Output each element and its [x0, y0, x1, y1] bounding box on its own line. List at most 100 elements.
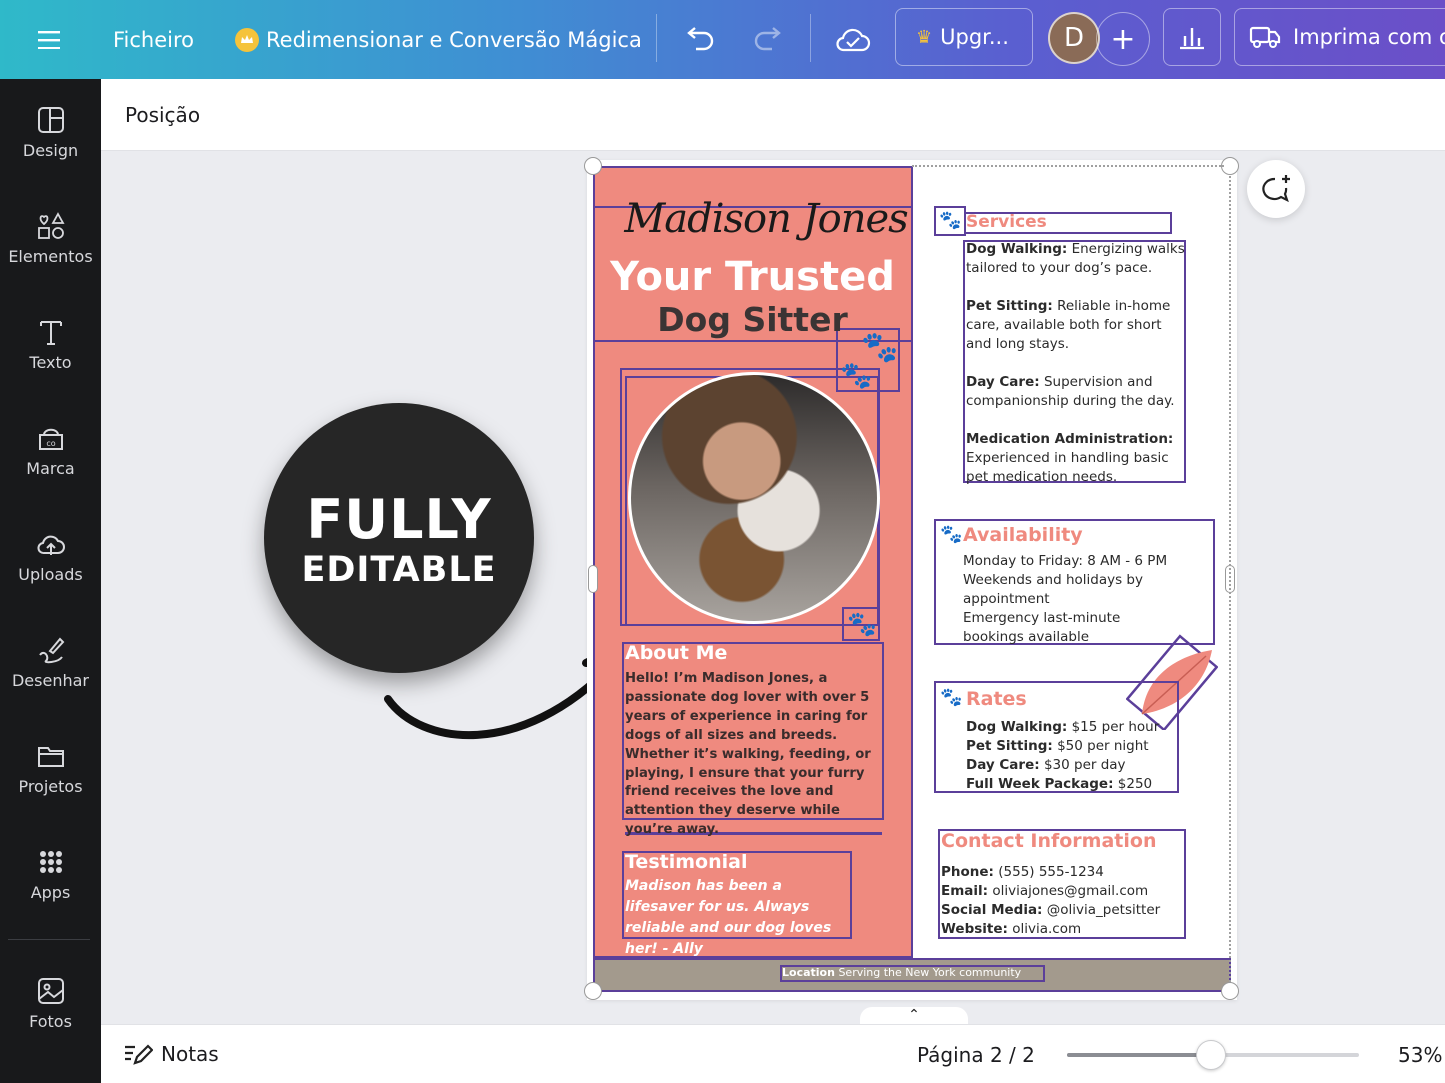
flyer-page[interactable]: Madison Jones Your Trusted Dog Sitter 🐾 …	[593, 166, 1231, 992]
undo-icon[interactable]	[684, 0, 716, 79]
design-icon	[37, 107, 64, 133]
contact-item: Phone: (555) 555-1234	[941, 864, 1104, 880]
sidebar-item-design[interactable]: Design	[0, 105, 101, 160]
chevron-up-icon: ⌃	[908, 1007, 920, 1023]
contact-item: Website: olivia.com	[941, 921, 1082, 937]
contact-item: Social Media: @olivia_petsitter	[941, 902, 1161, 918]
sidebar-item-label: Projetos	[18, 777, 83, 796]
sidebar-item-photos[interactable]: Fotos	[0, 976, 101, 1031]
availability-title: Availability	[963, 524, 1083, 546]
sidebar-item-label: Uploads	[18, 565, 83, 584]
position-panel-header: Posição	[101, 79, 1445, 151]
paw-icon: 🐾	[861, 330, 899, 365]
top-bar: Ficheiro Redimensionar e Conversão Mágic…	[0, 0, 1445, 79]
zoom-slider[interactable]	[1067, 1040, 1359, 1070]
name-script: Madison Jones	[624, 196, 908, 242]
profile-photo[interactable]	[628, 372, 880, 624]
testimonial-title: Testimonial	[625, 851, 748, 873]
notes-icon	[125, 1044, 153, 1065]
page-indicator[interactable]: Página 2 / 2	[917, 1043, 1035, 1067]
comment-plus-icon	[1262, 175, 1290, 203]
notes-button[interactable]: Notas	[123, 1041, 219, 1067]
rates-list: Dog Walking: $15 per hour Pet Sitting: $…	[966, 718, 1176, 794]
cloud-saved-icon[interactable]	[835, 0, 871, 79]
availability-item: Monday to Friday: 8 AM - 6 PM	[963, 553, 1168, 569]
file-menu[interactable]: Ficheiro	[113, 0, 194, 79]
analytics-button[interactable]	[1163, 8, 1221, 66]
truck-icon	[1249, 26, 1281, 48]
fully-editable-badge: FULLY EDITABLE	[264, 403, 534, 673]
rate-item: Dog Walking: $15 per hour	[966, 719, 1160, 735]
sidebar-item-label: Elementos	[8, 247, 93, 266]
rate-item: Pet Sitting: $50 per night	[966, 738, 1149, 754]
sidebar-item-label: Desenhar	[11, 671, 89, 690]
resize-handle[interactable]	[588, 565, 598, 593]
shapes-icon	[37, 212, 65, 239]
service-item: Day Care: Supervision and companionship …	[966, 374, 1175, 409]
zoom-level[interactable]: 53%	[1398, 1043, 1442, 1067]
toolbar-divider	[656, 14, 657, 62]
sidebar-item-apps[interactable]: Apps	[0, 847, 101, 902]
resize-handle[interactable]	[1221, 982, 1239, 1000]
paw-icon: 🐾	[940, 687, 963, 708]
brand-icon: co	[38, 428, 63, 450]
sidebar-divider	[8, 939, 90, 940]
resize-handle[interactable]	[584, 157, 602, 175]
svg-text:co: co	[46, 439, 55, 448]
paw-icon: 🐾	[840, 361, 873, 391]
contact-list: Phone: (555) 555-1234 Email: oliviajones…	[941, 863, 1181, 939]
zoom-slider-fill	[1067, 1053, 1211, 1057]
add-comment-button[interactable]	[1247, 160, 1305, 218]
sidebar-item-draw[interactable]: Desenhar	[0, 635, 101, 690]
position-title: Posição	[125, 103, 201, 127]
sidebar-item-label: Fotos	[29, 1012, 72, 1031]
contact-item: Email: oliviajones@gmail.com	[941, 883, 1149, 899]
sidebar-item-label: Marca	[26, 459, 75, 478]
left-sidebar: Design Elementos Texto co Marca Uploads …	[0, 79, 101, 1083]
service-item: Medication Administration: Experienced i…	[966, 431, 1174, 485]
paw-icon: 🐾	[940, 524, 963, 545]
grid-icon	[39, 851, 62, 873]
sidebar-item-projects[interactable]: Projetos	[0, 741, 101, 796]
bottom-bar: Notas Página 2 / 2 53%	[101, 1024, 1445, 1083]
services-list: Dog Walking: Energizing walks tailored t…	[966, 240, 1186, 487]
rates-title: Rates	[966, 688, 1027, 710]
crown-icon: ♛	[916, 26, 933, 48]
badge-line-2: EDITABLE	[301, 550, 497, 590]
zoom-slider-thumb[interactable]	[1196, 1040, 1226, 1070]
testimonial-text: Madison has been a lifesaver for us. Alw…	[625, 878, 832, 957]
print-button[interactable]: Imprima com o	[1234, 8, 1445, 66]
services-title: Services	[966, 212, 1047, 232]
bar-chart-icon	[1180, 28, 1204, 50]
notes-label: Notas	[161, 1042, 219, 1066]
availability-item: Weekends and holidays by appointment	[963, 572, 1143, 607]
menu-icon[interactable]	[38, 0, 60, 79]
sidebar-item-elements[interactable]: Elementos	[0, 211, 101, 266]
outline-footer	[593, 958, 1231, 992]
sidebar-item-brand[interactable]: co Marca	[0, 423, 101, 478]
upgrade-label: Upgr...	[940, 25, 1009, 49]
sidebar-item-text[interactable]: Texto	[0, 317, 101, 372]
upgrade-button[interactable]: ♛ Upgr...	[895, 8, 1033, 66]
magic-resize-button[interactable]: Redimensionar e Conversão Mágica	[235, 0, 642, 79]
sidebar-item-uploads[interactable]: Uploads	[0, 529, 101, 584]
redo-icon[interactable]	[752, 0, 784, 79]
avatar[interactable]: D	[1048, 12, 1100, 64]
magic-resize-label: Redimensionar e Conversão Mágica	[266, 27, 642, 52]
selection-dashed-right	[1229, 176, 1231, 982]
resize-handle[interactable]	[584, 982, 602, 1000]
draw-icon	[38, 637, 64, 664]
toolbar-divider	[810, 14, 811, 62]
crown-icon	[235, 27, 259, 52]
paw-icon: 🐾	[939, 210, 962, 231]
paw-icon: 🐾	[847, 610, 877, 638]
share-plus-button[interactable]: +	[1096, 12, 1150, 66]
selection-dashed-top	[912, 165, 1224, 167]
text-icon	[39, 321, 62, 345]
about-title: About Me	[625, 642, 728, 664]
sidebar-item-label: Texto	[29, 353, 72, 372]
contact-title: Contact Information	[941, 830, 1157, 852]
sidebar-item-label: Design	[22, 141, 79, 160]
image-icon	[37, 978, 64, 1004]
service-item: Pet Sitting: Reliable in-home care, avai…	[966, 298, 1171, 352]
